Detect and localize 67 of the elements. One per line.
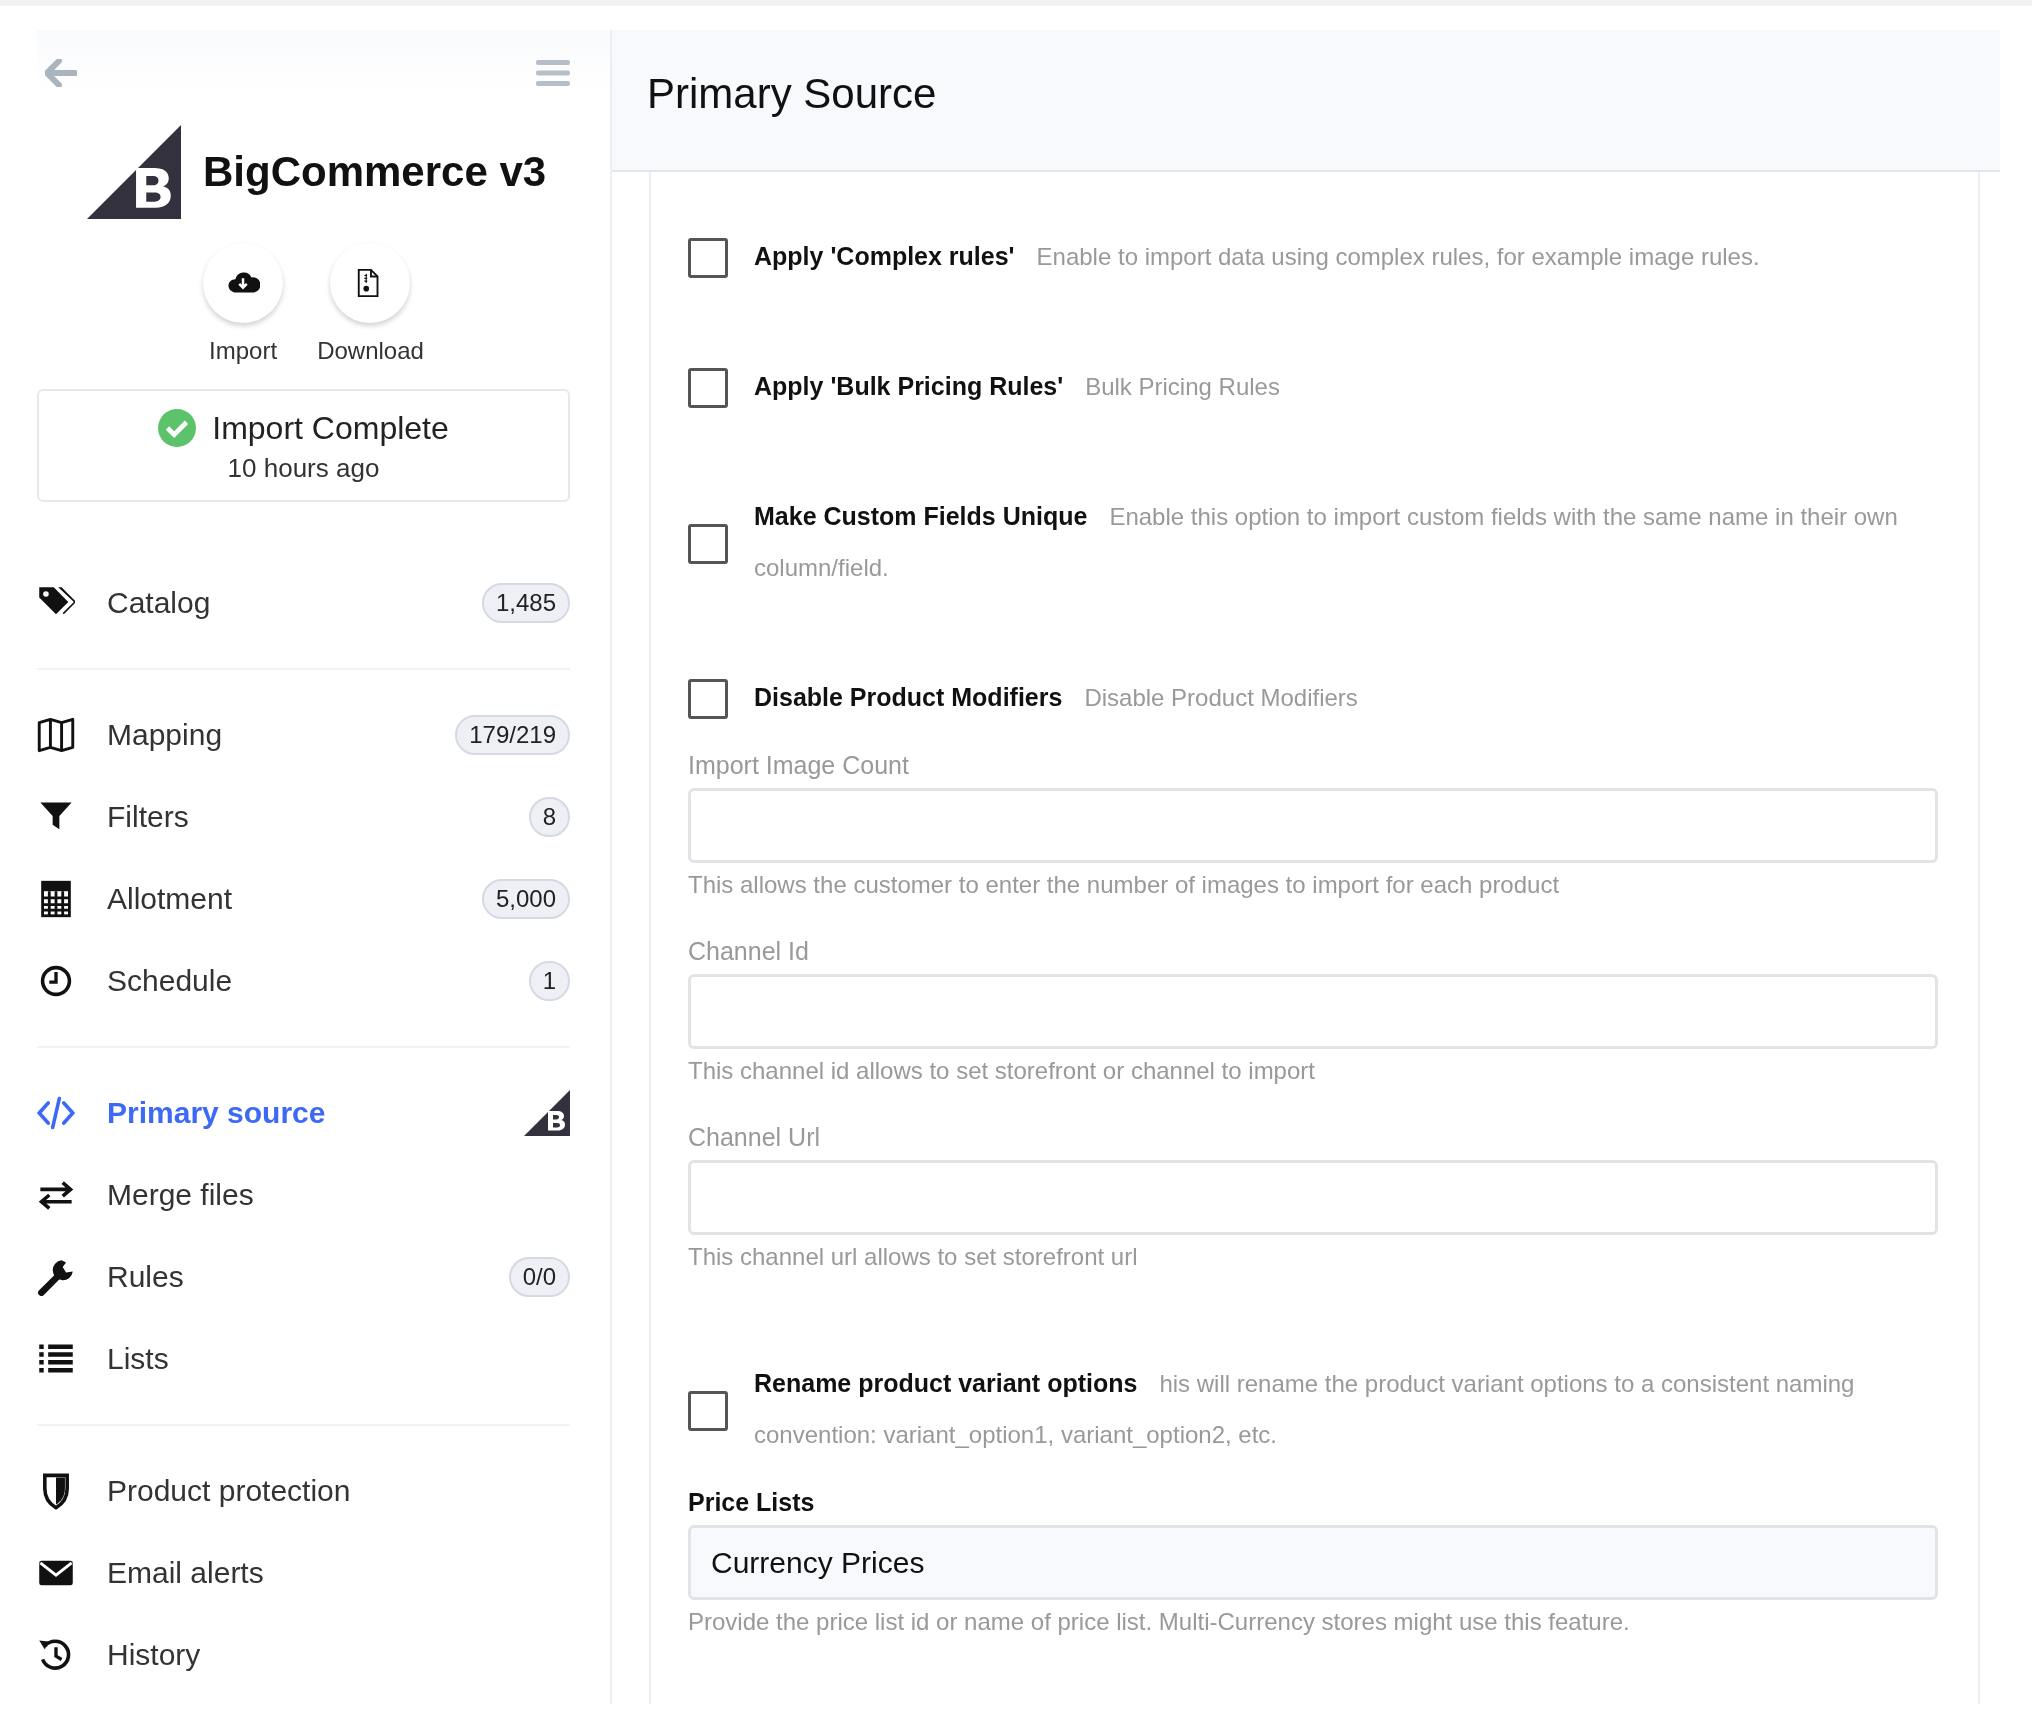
field-label: Channel Id: [688, 937, 810, 966]
field-label: Price Lists: [688, 1488, 816, 1517]
option-text: Rename product variant options his will rename the product variant options to a consistent naming convention: variant_option1, variant_option2, etc.: [754, 1368, 1856, 1450]
input-field[interactable]: Currency Prices: [688, 1525, 1938, 1600]
nav-item[interactable]: Merge files: [37, 1154, 570, 1236]
checkbox[interactable]: [688, 1390, 728, 1431]
nav-label: Filters: [107, 800, 190, 834]
option-text: Apply 'Bulk Pricing Rules' Bulk Pricing Rules: [754, 371, 1280, 402]
checkbox[interactable]: [688, 238, 728, 278]
option-text: Disable Product Modifiers Disable Product Modifiers: [754, 682, 1358, 713]
nav-label: Product protection: [107, 1474, 352, 1508]
action-label: Import: [209, 337, 278, 365]
input-field[interactable]: [688, 788, 1938, 863]
nav-label: Catalog: [107, 586, 212, 620]
nav-item[interactable]: Mapping 179/219: [37, 694, 570, 776]
count-badge: 8: [528, 797, 570, 837]
input-field[interactable]: [688, 974, 1938, 1049]
count-badge: 1,485: [481, 583, 570, 623]
nav-label: History: [107, 1638, 202, 1672]
nav-label: Email alerts: [107, 1556, 265, 1590]
nav-label: Schedule: [107, 964, 234, 998]
checkbox[interactable]: [688, 368, 728, 408]
action-label: Download: [317, 337, 424, 365]
nav-item[interactable]: Schedule 1: [37, 940, 570, 1022]
app-title: BigCommerce v3: [203, 148, 547, 196]
nav-label: Merge files: [107, 1178, 255, 1212]
download-button[interactable]: [330, 243, 411, 323]
nav-item[interactable]: Lists: [37, 1318, 570, 1400]
checkbox[interactable]: [688, 679, 728, 719]
nav-item[interactable]: History: [37, 1614, 570, 1696]
count-badge: 0/0: [508, 1257, 570, 1297]
wrench-icon: [37, 1258, 75, 1296]
nav-label: Primary source: [107, 1096, 327, 1130]
import-button[interactable]: [203, 243, 284, 323]
page-title: Primary Source: [647, 70, 937, 118]
option-text: Make Custom Fields Unique Enable this option to import custom fields with the same name in their own column/field.: [754, 501, 1899, 583]
nav-label: Rules: [107, 1260, 185, 1294]
bigcommerce-logo: [524, 1090, 570, 1136]
nav-item[interactable]: Allotment 5,000: [37, 858, 570, 940]
nav-item[interactable]: Catalog 1,485: [37, 562, 570, 644]
field-help: Provide the price list id or name of price list. Multi-Currency stores might use this feature.: [688, 1608, 1631, 1636]
nav-label: Lists: [107, 1342, 170, 1376]
field-label: Import Image Count: [688, 751, 910, 780]
nav-item[interactable]: Product protection: [37, 1450, 570, 1532]
nav-label: Allotment: [107, 882, 234, 916]
checkbox[interactable]: [688, 523, 728, 564]
status-time: 10 hours ago: [227, 453, 380, 484]
field-help: This allows the customer to enter the number of images to import for each product: [688, 871, 1561, 899]
nav-item[interactable]: Filters 8: [37, 776, 570, 858]
nav-item[interactable]: Primary source: [37, 1072, 570, 1154]
count-badge: 1: [528, 961, 570, 1001]
count-badge: 179/219: [455, 715, 570, 755]
field-label: Channel Url: [688, 1123, 821, 1152]
field-help: This channel url allows to set storefront url: [688, 1243, 1139, 1271]
option-text: Apply 'Complex rules' Enable to import data using complex rules, for example image rules.: [754, 241, 1760, 272]
input-field[interactable]: [688, 1160, 1938, 1235]
map-icon: [37, 716, 75, 754]
check-circle-icon: [158, 409, 197, 447]
count-badge: 5,000: [481, 879, 570, 919]
field-help: This channel id allows to set storefront or channel to import: [688, 1057, 1316, 1085]
nav-item[interactable]: Email alerts: [37, 1532, 570, 1614]
back-arrow-icon: [45, 59, 77, 87]
status-title: Import Complete: [212, 409, 449, 447]
menu-icon: [536, 60, 570, 86]
code-icon: [37, 1094, 75, 1132]
nav-item[interactable]: Rules 0/0: [37, 1236, 570, 1318]
nav-label: Mapping: [107, 718, 224, 752]
